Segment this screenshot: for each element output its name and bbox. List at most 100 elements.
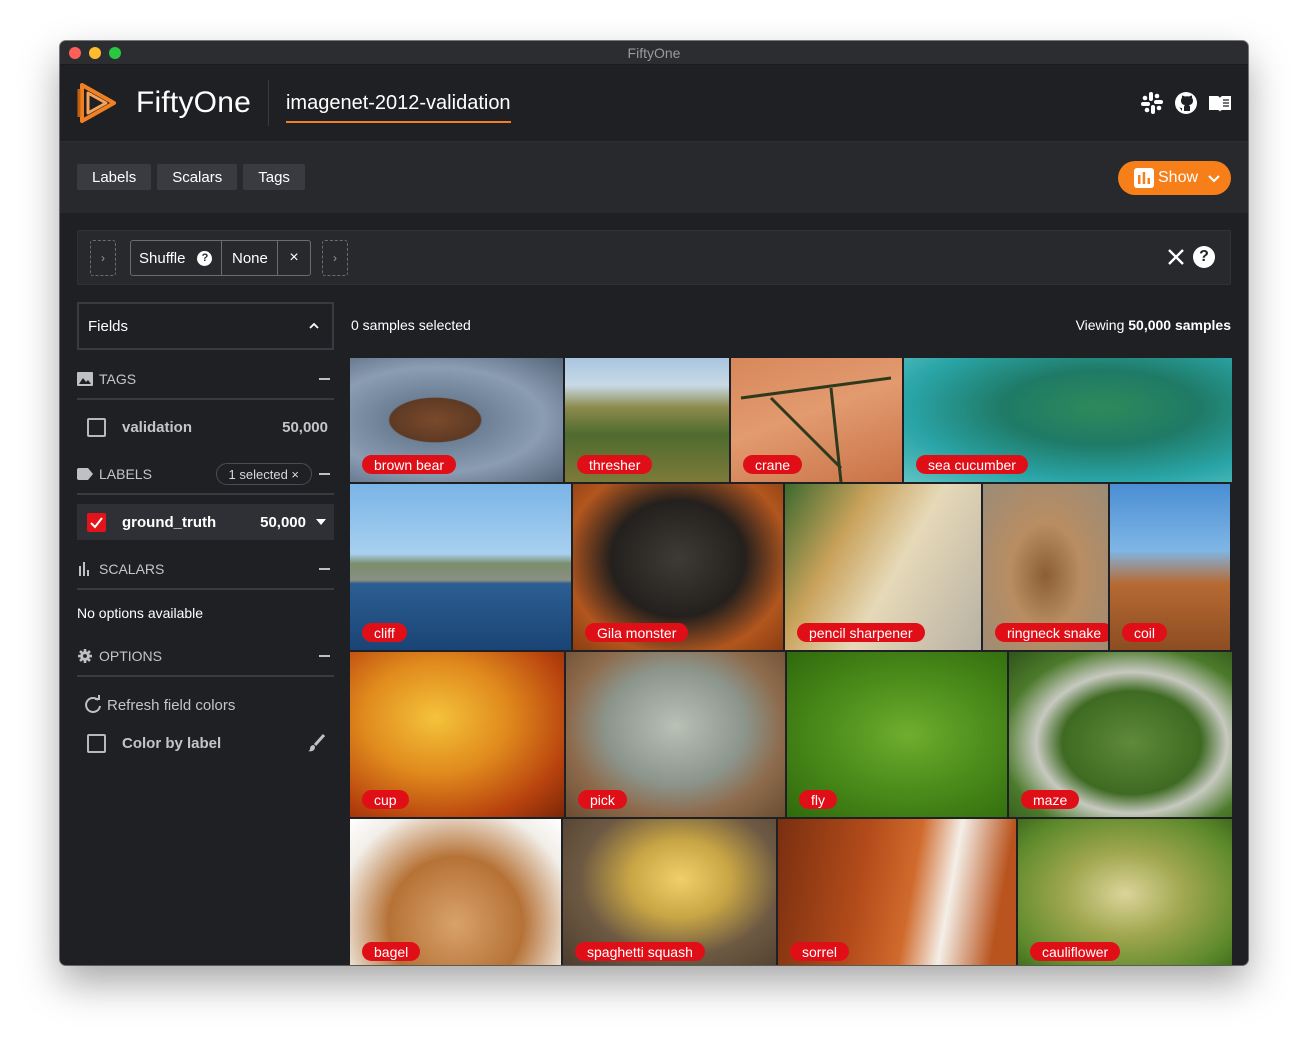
docs-book-icon[interactable] (1208, 91, 1232, 115)
sample-label: bagel (362, 942, 421, 961)
checkmark-icon (90, 516, 103, 529)
stage-help-icon[interactable]: ? (197, 250, 213, 266)
github-icon[interactable] (1174, 91, 1198, 115)
stage-name: Shuffle ? (131, 241, 222, 275)
label-field-name: ground_truth (122, 513, 217, 531)
slack-icon[interactable] (1140, 91, 1164, 115)
add-stage-left-button[interactable]: › (90, 240, 116, 276)
color-by-label-row[interactable]: Color by label (77, 733, 334, 753)
sample-tile[interactable]: spaghetti squash (563, 819, 776, 965)
color-by-label-text: Color by label (122, 734, 222, 752)
collapse-labels-icon[interactable] (319, 473, 330, 475)
tags-section-header[interactable]: TAGS (77, 359, 334, 400)
tags-tab[interactable]: Tags (243, 164, 305, 190)
labels-tab[interactable]: Labels (77, 164, 152, 190)
zoom-window-button[interactable] (109, 47, 121, 59)
labels-section-header[interactable]: LABELS 1 selected × (77, 454, 334, 495)
sample-label: thresher (577, 455, 653, 474)
no-options-text: No options available (77, 605, 204, 621)
sample-tile[interactable]: pick (566, 652, 785, 817)
sample-tile[interactable]: sorrel (778, 819, 1016, 965)
label-field-count: 50,000 (260, 513, 306, 531)
sample-tile[interactable]: crane (731, 358, 902, 482)
sample-tile[interactable]: Gila monster (573, 484, 783, 650)
clear-view-icon[interactable] (1164, 245, 1188, 269)
sample-label: pencil sharpener (797, 623, 925, 642)
grid-row: bagel spaghetti squash sorrel cauliflowe… (350, 819, 1232, 965)
sample-tile[interactable]: brown bear (350, 358, 563, 482)
show-plots-button[interactable]: Show (1118, 161, 1231, 195)
view-help-icon[interactable]: ? (1193, 246, 1215, 268)
sample-tile[interactable]: cup (350, 652, 564, 817)
bar-chart-icon (1134, 168, 1154, 188)
collapse-options-icon[interactable] (319, 655, 330, 657)
selected-labels-pill[interactable]: 1 selected × (215, 463, 312, 485)
grid-header: 0 samples selected Viewing 50,000 sample… (351, 317, 1231, 341)
sample-tile[interactable]: cauliflower (1018, 819, 1232, 965)
refresh-icon (85, 695, 101, 713)
entries-toolbar: Labels Scalars Tags Show (60, 142, 1248, 212)
options-section-header[interactable]: OPTIONS (77, 636, 334, 677)
collapse-tags-icon[interactable] (319, 378, 330, 380)
ground-truth-checkbox[interactable] (87, 512, 106, 532)
image-tags-icon (77, 371, 93, 386)
sample-label: spaghetti squash (575, 942, 705, 961)
expand-field-icon[interactable] (316, 519, 326, 525)
paintbrush-icon[interactable] (306, 733, 326, 753)
sample-tile[interactable]: maze (1009, 652, 1232, 817)
validation-checkbox[interactable] (87, 417, 106, 437)
minimize-window-button[interactable] (89, 47, 101, 59)
header-links (1140, 91, 1232, 115)
close-window-button[interactable] (69, 47, 81, 59)
sample-tile[interactable]: pencil sharpener (785, 484, 981, 650)
sample-label: sorrel (790, 942, 850, 961)
sample-label: pick (578, 790, 627, 809)
sample-label: coil (1122, 623, 1168, 642)
sample-tile[interactable]: ringneck snake (983, 484, 1108, 650)
remove-stage-button[interactable]: × (278, 241, 310, 275)
sample-tile[interactable]: fly (787, 652, 1007, 817)
sample-tile[interactable]: thresher (565, 358, 729, 482)
sample-tile[interactable]: sea cucumber (904, 358, 1232, 482)
grid-row: brown bear thresher crane sea cucumber (350, 358, 1232, 482)
sample-grid: brown bear thresher crane sea cucumber c… (350, 358, 1232, 965)
sample-tile[interactable]: cliff (350, 484, 571, 650)
refresh-colors-button[interactable]: Refresh field colors (77, 677, 334, 733)
fiftyone-logo-icon (77, 83, 116, 123)
viewing-prefix: Viewing (1075, 317, 1129, 333)
sample-label: sea cucumber (916, 455, 1028, 474)
dataset-selector[interactable]: imagenet-2012-validation (285, 91, 511, 123)
scalars-section-header[interactable]: SCALARS (77, 549, 334, 590)
color-by-label-checkbox[interactable] (87, 733, 106, 753)
title-bar: FiftyOne (60, 41, 1248, 65)
dataset-name: imagenet-2012-validation (285, 91, 511, 114)
chevron-down-icon (1208, 175, 1220, 183)
stage-parameter[interactable]: None (222, 241, 278, 275)
sample-label: cliff (362, 623, 407, 642)
fields-select-label: Fields (88, 317, 129, 335)
chevron-up-icon (309, 322, 319, 329)
logo[interactable]: FiftyOne (76, 81, 251, 125)
label-row-ground-truth[interactable]: ground_truth 50,000 (77, 504, 334, 540)
tags-section-title: TAGS (99, 370, 137, 387)
fields-select[interactable]: Fields (77, 302, 334, 350)
show-label: Show (1158, 169, 1199, 186)
refresh-colors-label: Refresh field colors (107, 696, 236, 714)
window-controls (69, 47, 121, 59)
sample-label: Gila monster (585, 623, 689, 642)
viewing-count: Viewing 50,000 samples (1076, 317, 1231, 333)
add-stage-right-button[interactable]: › (322, 240, 348, 276)
scalars-tab[interactable]: Scalars (157, 164, 238, 190)
app-header: FiftyOne imagenet-2012-validation (60, 65, 1248, 142)
samples-selected-count: 0 samples selected (351, 317, 471, 333)
sample-label: fly (799, 790, 837, 809)
sample-label: maze (1021, 790, 1080, 809)
sample-tile[interactable]: coil (1110, 484, 1230, 650)
sample-tile[interactable]: bagel (350, 819, 561, 965)
tag-row-validation[interactable]: validation 50,000 (77, 400, 334, 454)
view-bar: › Shuffle ? None × › ? (77, 230, 1231, 285)
window-title: FiftyOne (627, 44, 681, 61)
tag-label: validation (122, 418, 193, 436)
collapse-scalars-icon[interactable] (319, 568, 330, 570)
shuffle-stage[interactable]: Shuffle ? None × (130, 240, 311, 276)
